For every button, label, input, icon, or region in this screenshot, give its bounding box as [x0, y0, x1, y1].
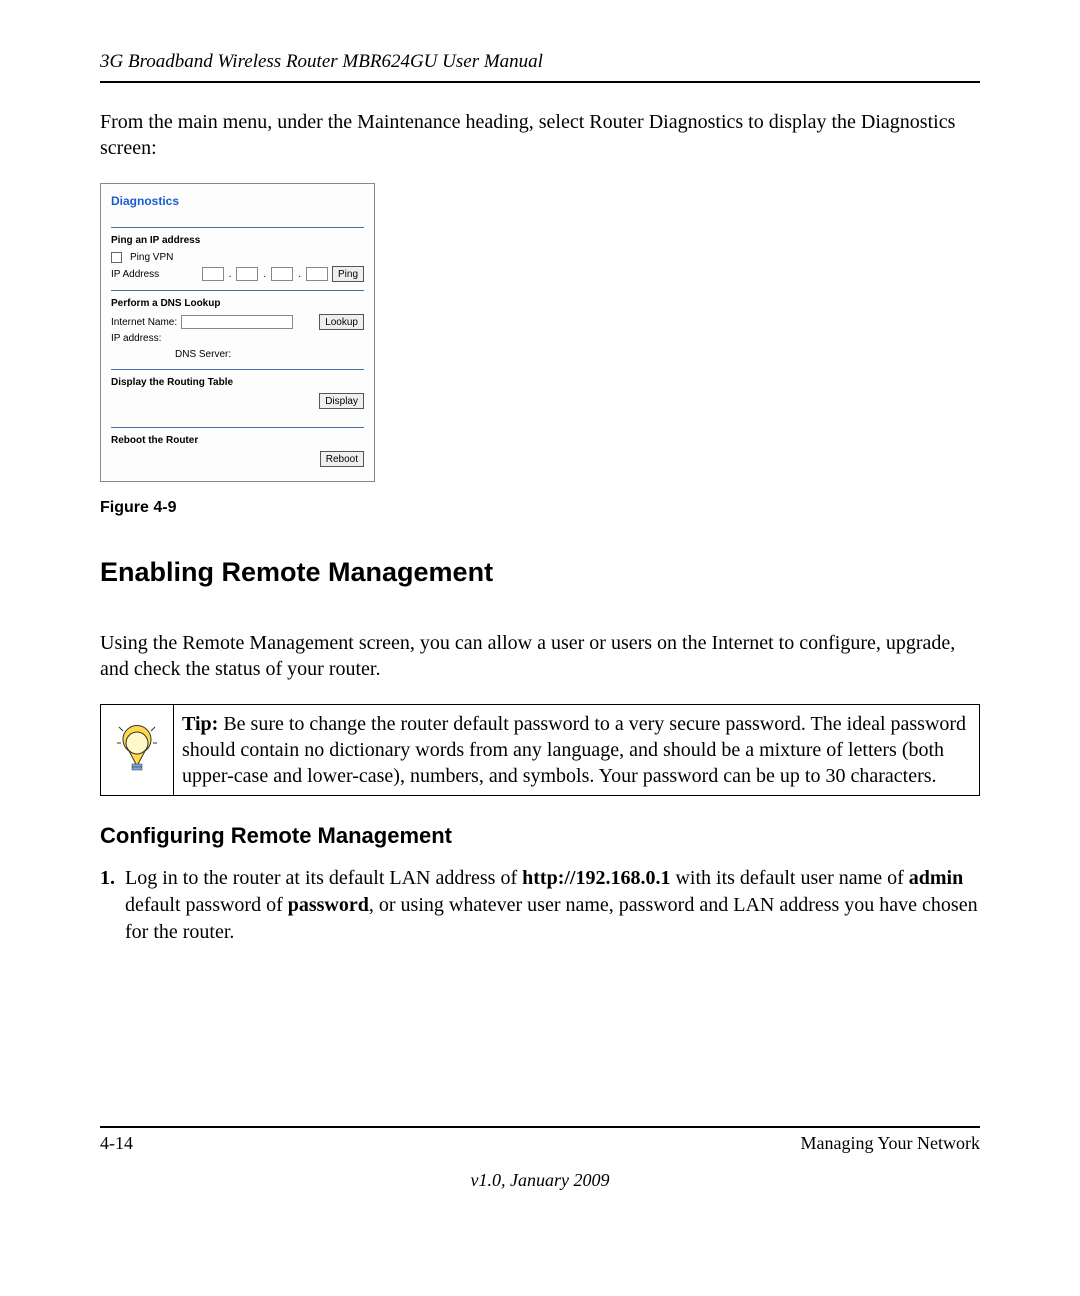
step-number: 1. — [100, 865, 115, 946]
footer-rule — [100, 1126, 980, 1128]
dot-icon: . — [229, 268, 232, 281]
step-1-url: http://192.168.0.1 — [522, 867, 670, 889]
diagnostics-panel: Diagnostics Ping an IP address Ping VPN … — [100, 183, 375, 483]
tip-text-cell: Tip: Be sure to change the router defaul… — [174, 705, 980, 796]
footer-row: 4-14 Managing Your Network — [100, 1132, 980, 1155]
tip-label: Tip: — [182, 713, 218, 735]
tip-body: Be sure to change the router default pas… — [182, 713, 966, 787]
section-heading-enabling-remote: Enabling Remote Management — [100, 555, 980, 590]
ip-address-result-label: IP address: — [111, 332, 161, 345]
ip-address-row: IP Address . . . Ping — [111, 266, 364, 282]
ping-vpn-label: Ping VPN — [130, 251, 173, 264]
internet-name-label: Internet Name: — [111, 316, 177, 329]
dns-section-heading: Perform a DNS Lookup — [111, 297, 364, 310]
ping-vpn-row: Ping VPN — [111, 251, 364, 264]
diagnostics-title: Diagnostics — [111, 194, 364, 210]
chapter-title: Managing Your Network — [801, 1132, 981, 1155]
step-1-text: Log in to the router at its default LAN … — [125, 865, 980, 946]
doc-header-title: 3G Broadband Wireless Router MBR624GU Us… — [100, 50, 980, 75]
routing-section-heading: Display the Routing Table — [111, 376, 364, 389]
section-divider — [111, 369, 364, 370]
tip-icon-cell — [101, 705, 174, 796]
ip-address-label: IP Address — [111, 268, 159, 281]
footer-version: v1.0, January 2009 — [100, 1169, 980, 1192]
display-button[interactable]: Display — [319, 393, 364, 409]
remote-intro-paragraph: Using the Remote Management screen, you … — [100, 630, 980, 682]
reboot-button[interactable]: Reboot — [320, 451, 364, 467]
internet-name-row: Internet Name: Lookup — [111, 314, 364, 330]
step-1-admin: admin — [909, 867, 963, 889]
dot-icon: . — [298, 268, 301, 281]
ping-section-heading: Ping an IP address — [111, 234, 364, 247]
ip-address-result-row: IP address: — [111, 332, 364, 345]
section-divider — [111, 227, 364, 228]
figure-label: Figure 4-9 — [100, 498, 980, 519]
ip-octet-4[interactable] — [306, 267, 328, 281]
dns-server-label: DNS Server: — [111, 348, 364, 361]
section-divider — [111, 427, 364, 428]
dot-icon: . — [263, 268, 266, 281]
page-number: 4-14 — [100, 1132, 133, 1155]
lookup-button[interactable]: Lookup — [319, 314, 364, 330]
tip-box: Tip: Be sure to change the router defaul… — [100, 704, 980, 796]
reboot-section-heading: Reboot the Router — [111, 434, 364, 447]
ip-octet-2[interactable] — [236, 267, 258, 281]
lightbulb-icon — [116, 721, 158, 773]
step-1-password: password — [288, 894, 369, 916]
subsection-heading-configuring: Configuring Remote Management — [100, 822, 980, 851]
section-divider — [111, 290, 364, 291]
ip-octet-1[interactable] — [202, 267, 224, 281]
step-1: 1. Log in to the router at its default L… — [100, 865, 980, 946]
internet-name-input[interactable] — [181, 315, 293, 329]
ip-octet-3[interactable] — [271, 267, 293, 281]
ping-vpn-checkbox[interactable] — [111, 252, 122, 263]
ping-button[interactable]: Ping — [332, 266, 364, 282]
header-rule — [100, 81, 980, 83]
intro-paragraph: From the main menu, under the Maintenanc… — [100, 109, 980, 161]
